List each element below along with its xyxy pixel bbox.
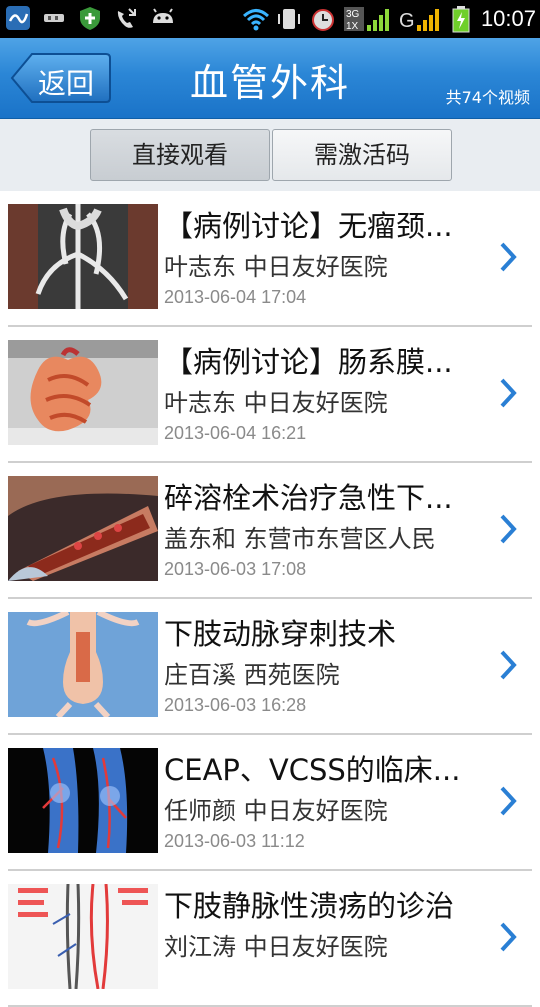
app-icon bbox=[4, 4, 32, 32]
video-author: 庄百溪 西苑医院 bbox=[164, 661, 340, 689]
video-thumbnail bbox=[8, 204, 158, 309]
chevron-right-icon bbox=[500, 650, 517, 680]
video-date: 2013-06-03 11:12 bbox=[164, 831, 305, 851]
video-list-item[interactable]: 碎溶栓术治疗急性下... 盖东和 东营市东营区人民 2013-06-03 17:… bbox=[0, 463, 540, 599]
video-author: 叶志东 中日友好医院 bbox=[164, 389, 388, 417]
chevron-right-icon bbox=[500, 786, 517, 816]
wifi-icon bbox=[241, 5, 269, 33]
video-list-item[interactable]: 下肢静脉性溃疡的诊治 刘江涛 中日友好医院 bbox=[0, 871, 540, 1007]
video-thumbnail bbox=[8, 340, 158, 445]
svg-text:G: G bbox=[399, 10, 415, 32]
vibrate-icon bbox=[275, 5, 303, 33]
video-thumbnail bbox=[8, 884, 158, 989]
video-title: 下肢静脉性溃疡的诊治 bbox=[164, 889, 455, 923]
filter-segment-bar: 直接观看 需激活码 bbox=[0, 119, 540, 191]
video-list-item[interactable]: CEAP、VCSS的临床... 任师颜 中日友好医院 2013-06-03 11… bbox=[0, 735, 540, 871]
direct-watch-tab[interactable]: 直接观看 bbox=[90, 129, 270, 181]
video-date: 2013-06-03 16:28 bbox=[164, 695, 307, 715]
battery-charging-icon bbox=[451, 5, 471, 33]
title-bar: 返回 血管外科 共74个视频 bbox=[0, 38, 540, 119]
video-date: 2013-06-03 17:08 bbox=[164, 559, 307, 579]
video-date: 2013-06-04 16:21 bbox=[164, 423, 307, 443]
video-title: 下肢动脉穿刺技术 bbox=[164, 617, 397, 651]
video-count: 共74个视频 bbox=[445, 88, 530, 107]
svg-text:3G: 3G bbox=[346, 9, 360, 20]
status-bar: 3G 1X G 10:07 bbox=[0, 0, 540, 38]
video-list-item[interactable]: 下肢动脉穿刺技术 庄百溪 西苑医院 2013-06-03 16:28 bbox=[0, 599, 540, 735]
video-author: 盖东和 东营市东营区人民 bbox=[164, 525, 436, 553]
video-list: 【病例讨论】无瘤颈... 叶志东 中日友好医院 2013-06-04 17:04… bbox=[0, 191, 540, 1007]
video-thumbnail bbox=[8, 748, 158, 853]
alarm-icon bbox=[309, 5, 337, 33]
video-list-item[interactable]: 【病例讨论】肠系膜... 叶志东 中日友好医院 2013-06-04 16:21 bbox=[0, 327, 540, 463]
missed-call-icon bbox=[112, 4, 140, 32]
video-author: 任师颜 中日友好医院 bbox=[164, 797, 388, 825]
video-title: 【病例讨论】肠系膜... bbox=[164, 345, 453, 379]
svg-text:1X: 1X bbox=[346, 21, 359, 32]
video-author: 叶志东 中日友好医院 bbox=[164, 253, 388, 281]
video-title: 碎溶栓术治疗急性下... bbox=[164, 481, 453, 515]
3g-signal-icon: 3G 1X bbox=[343, 5, 393, 33]
video-author: 刘江涛 中日友好医院 bbox=[164, 933, 388, 961]
activation-code-tab[interactable]: 需激活码 bbox=[272, 129, 452, 181]
chevron-right-icon bbox=[500, 514, 517, 544]
video-thumbnail bbox=[8, 612, 158, 717]
usb-icon bbox=[40, 4, 68, 32]
chevron-right-icon bbox=[500, 378, 517, 408]
video-title: CEAP、VCSS的临床... bbox=[164, 753, 461, 787]
status-time: 10:07 bbox=[480, 6, 536, 31]
video-title: 【病例讨论】无瘤颈... bbox=[164, 209, 453, 243]
video-list-item[interactable]: 【病例讨论】无瘤颈... 叶志东 中日友好医院 2013-06-04 17:04 bbox=[0, 191, 540, 327]
android-icon bbox=[148, 4, 176, 32]
chevron-right-icon bbox=[500, 242, 517, 272]
chevron-right-icon bbox=[500, 922, 517, 952]
shield-icon bbox=[76, 4, 104, 32]
video-thumbnail bbox=[8, 476, 158, 581]
gps-signal-icon: G bbox=[399, 5, 445, 33]
video-date: 2013-06-04 17:04 bbox=[164, 287, 307, 307]
